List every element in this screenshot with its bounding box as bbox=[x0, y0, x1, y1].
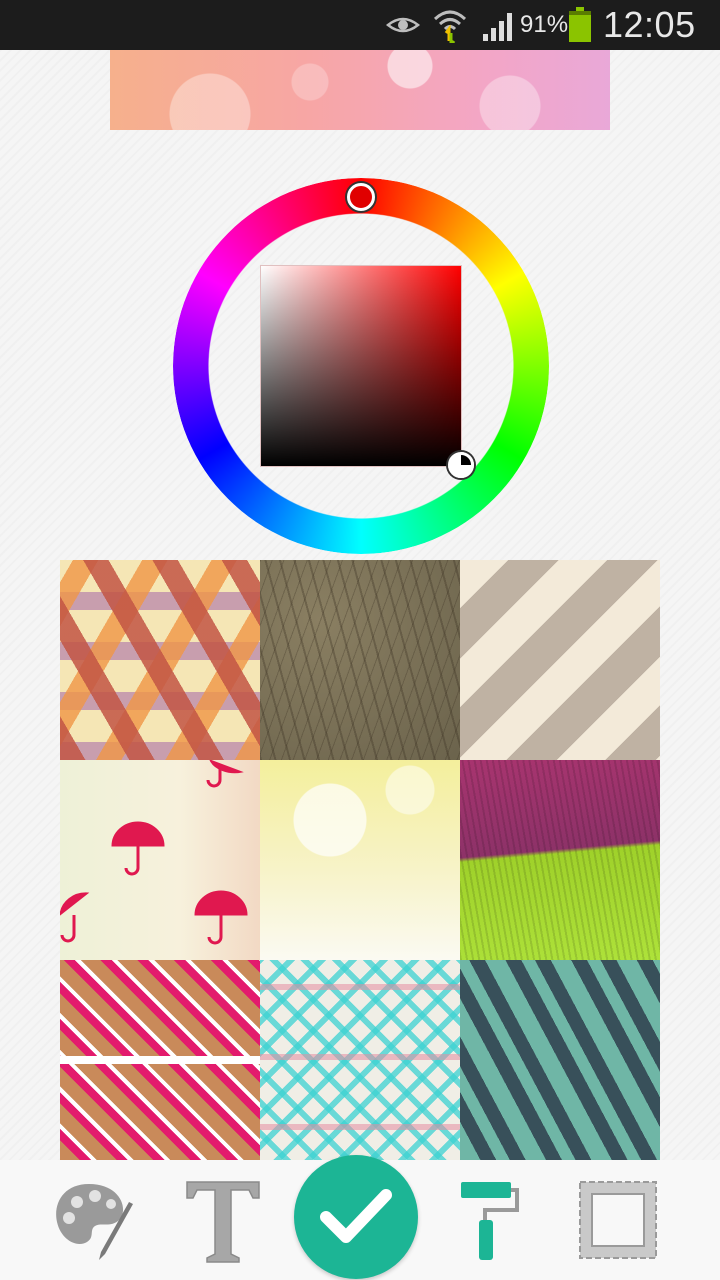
battery-percent: 91% bbox=[520, 11, 569, 38]
text-button[interactable] bbox=[178, 1160, 268, 1280]
confirm-icon bbox=[320, 1189, 392, 1243]
palette-button[interactable] bbox=[45, 1160, 145, 1280]
pattern-tile-tribal-diamonds[interactable] bbox=[60, 960, 260, 1160]
text-icon bbox=[186, 1181, 260, 1263]
pattern-tile-bokeh[interactable] bbox=[260, 760, 460, 960]
confirm-button[interactable] bbox=[290, 1155, 422, 1280]
pattern-tile-zebra[interactable] bbox=[460, 960, 660, 1160]
paint-roller-button[interactable] bbox=[452, 1160, 522, 1280]
status-bar: 91% 12:05 bbox=[0, 0, 720, 50]
pattern-tile-diagonal-stripes[interactable] bbox=[460, 560, 660, 760]
saturation-value-handle[interactable] bbox=[448, 452, 474, 478]
battery-icon bbox=[568, 0, 594, 50]
saturation-value-square[interactable] bbox=[260, 265, 462, 467]
paint-roller-icon bbox=[461, 1182, 519, 1260]
background-preview bbox=[110, 50, 610, 130]
pattern-tile-geometric[interactable] bbox=[60, 560, 260, 760]
hue-handle[interactable] bbox=[347, 183, 375, 211]
umbrella-icon bbox=[60, 760, 248, 945]
frame-button[interactable] bbox=[570, 1160, 666, 1280]
pattern-tile-canvas[interactable] bbox=[460, 760, 660, 960]
pattern-tile-umbrellas[interactable] bbox=[60, 760, 260, 960]
frame-icon bbox=[579, 1181, 657, 1259]
pattern-tile-aqua-tribal[interactable] bbox=[260, 960, 460, 1160]
clock-time: 12:05 bbox=[603, 4, 696, 45]
pattern-tile-tree-texture[interactable] bbox=[260, 560, 460, 760]
eye-icon bbox=[386, 0, 420, 50]
confirm-circle bbox=[294, 1155, 418, 1279]
signal-icon bbox=[482, 0, 518, 50]
pattern-grid bbox=[60, 560, 660, 1160]
palette-icon bbox=[56, 1184, 133, 1260]
bottom-toolbar bbox=[0, 1155, 720, 1280]
wifi-data-icon bbox=[432, 0, 468, 50]
